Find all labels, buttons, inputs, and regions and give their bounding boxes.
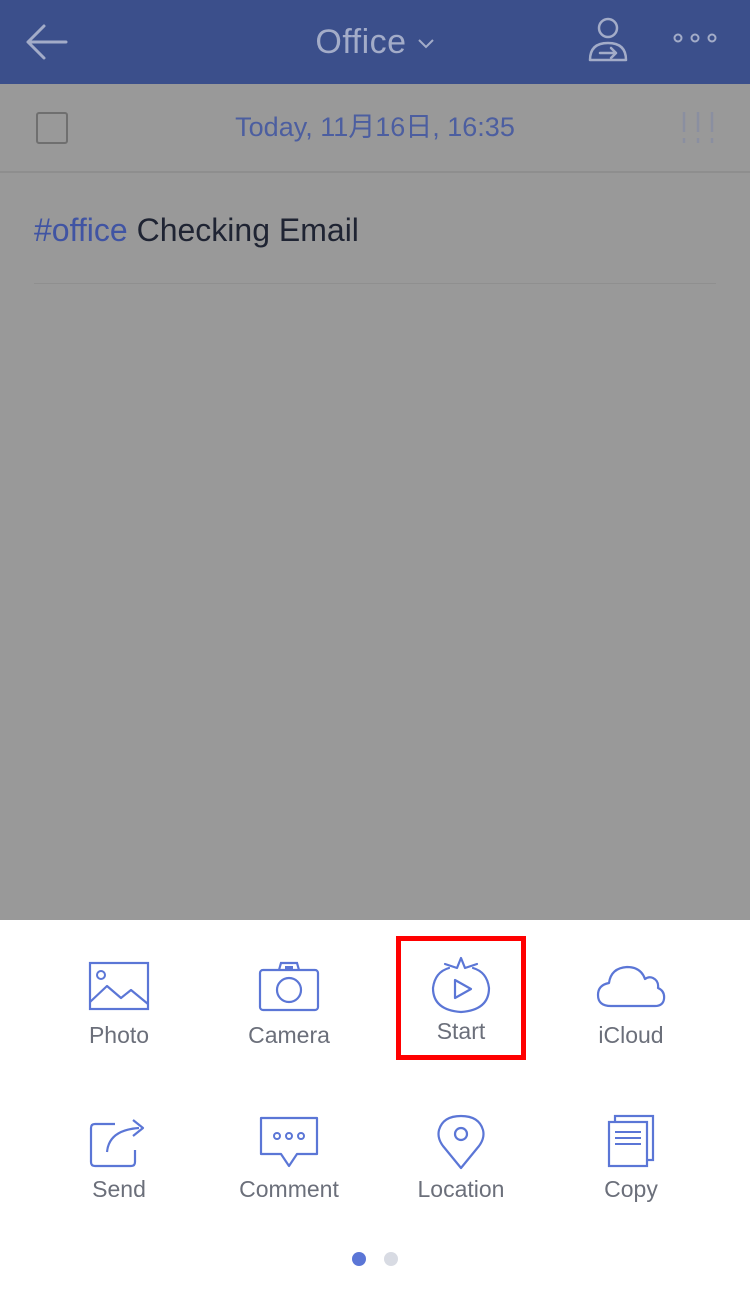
person-share-icon[interactable] [586, 16, 630, 64]
comment-button[interactable]: Comment [204, 1114, 374, 1203]
icloud-label: iCloud [598, 1022, 664, 1048]
nav-title[interactable]: Office [315, 23, 406, 62]
arrow-left-icon[interactable] [22, 20, 72, 64]
task-due-date[interactable]: Today, 11月16日, 16:35 [235, 112, 515, 142]
task-header: Today, 11月16日, 16:35 [0, 84, 750, 173]
camera-icon [258, 961, 320, 1012]
location-button[interactable]: Location [376, 1114, 546, 1203]
task-title-text: Checking Email [136, 212, 359, 248]
camera-label: Camera [248, 1022, 330, 1048]
start-label: Start [436, 1018, 486, 1044]
priority-marks-icon[interactable] [680, 110, 716, 146]
task-checkbox[interactable] [36, 112, 68, 144]
nav-bar: Office [0, 0, 750, 84]
task-title[interactable]: #office Checking Email [34, 212, 359, 249]
photo-label: Photo [88, 1022, 150, 1048]
chevron-down-icon[interactable] [417, 38, 435, 50]
task-detail-area: Today, 11月16日, 16:35 #office Checking Em… [0, 84, 750, 920]
divider [34, 283, 716, 284]
photo-icon [88, 961, 150, 1011]
send-label: Send [92, 1176, 146, 1202]
cloud-icon [596, 965, 666, 1008]
page-dot-2[interactable] [384, 1252, 398, 1266]
comment-icon [259, 1116, 319, 1168]
copy-label: Copy [604, 1176, 658, 1202]
pomodoro-start-icon [431, 956, 491, 1014]
share-arrow-icon [89, 1119, 145, 1168]
page-dot-1[interactable] [352, 1252, 366, 1266]
location-pin-icon [437, 1114, 485, 1170]
send-button[interactable]: Send [34, 1114, 204, 1203]
photo-button[interactable]: Photo [34, 960, 204, 1049]
start-pomodoro-button[interactable]: Start [376, 956, 546, 1045]
camera-button[interactable]: Camera [204, 960, 374, 1049]
screen: Office Today, 11月16日, 16:35 #office Chec… [0, 0, 750, 1290]
action-panel: Photo Camera Start iCloud Send Comment L… [0, 920, 750, 1290]
copy-icon [607, 1114, 655, 1168]
page-indicator [0, 1252, 750, 1266]
comment-label: Comment [239, 1176, 339, 1202]
task-tag[interactable]: #office [34, 212, 128, 248]
copy-button[interactable]: Copy [546, 1114, 716, 1203]
location-label: Location [417, 1176, 505, 1202]
icloud-button[interactable]: iCloud [546, 960, 716, 1049]
more-dots-icon[interactable] [670, 28, 720, 48]
